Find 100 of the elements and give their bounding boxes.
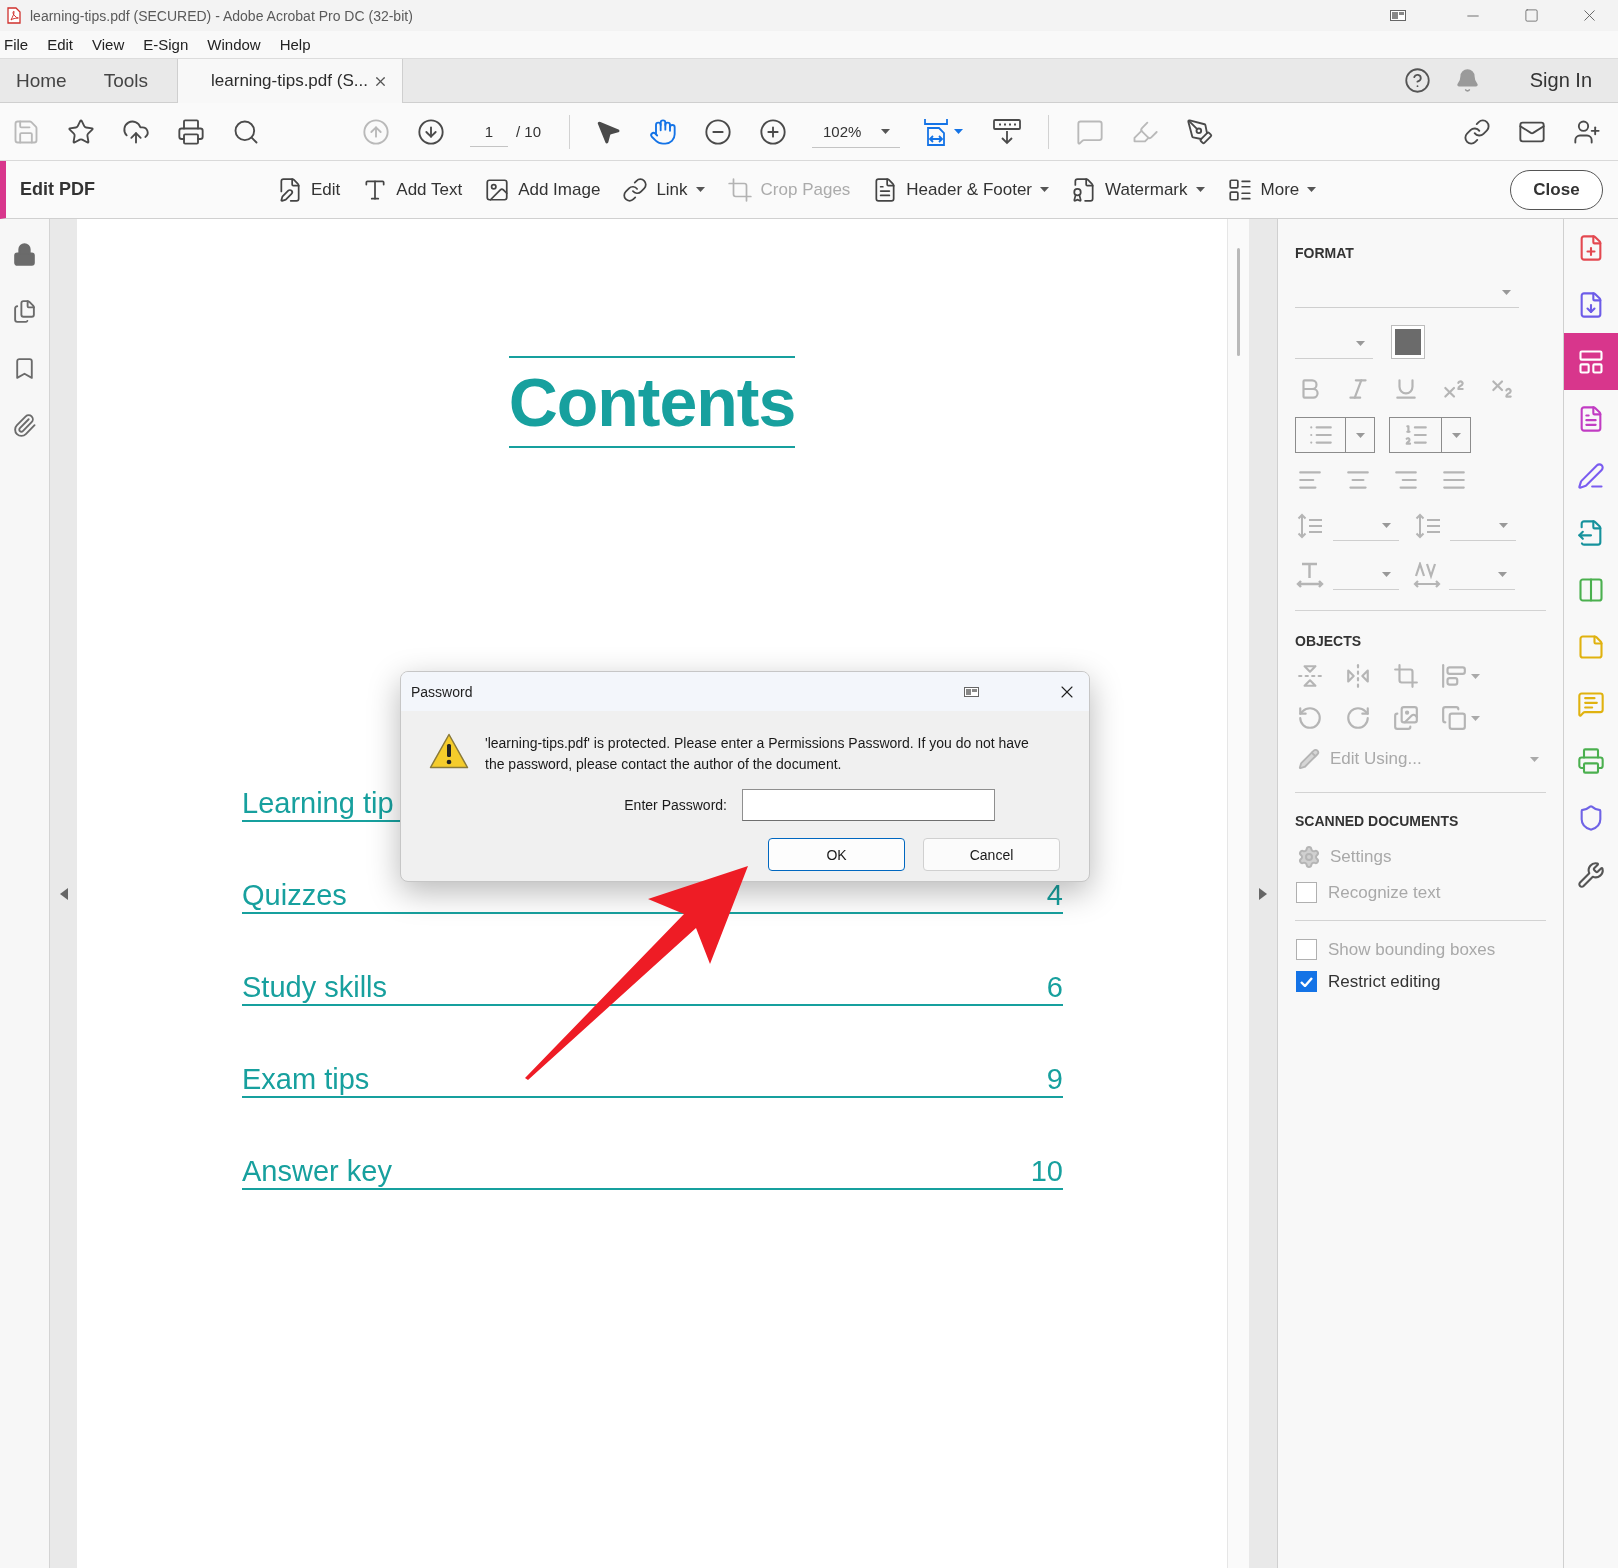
star-icon[interactable] bbox=[67, 117, 95, 146]
paragraph-spacing-icon[interactable] bbox=[1415, 513, 1441, 539]
lock-icon[interactable] bbox=[12, 242, 37, 267]
dialog-button[interactable]: OK bbox=[768, 838, 905, 871]
tab[interactable]: Home bbox=[0, 59, 88, 102]
tool-button[interactable]: More bbox=[1226, 176, 1317, 203]
layout-icon[interactable] bbox=[1577, 347, 1605, 376]
tool-button[interactable]: Add Image bbox=[484, 176, 601, 203]
underline-icon[interactable] bbox=[1393, 376, 1419, 402]
link-icon[interactable] bbox=[1463, 117, 1491, 146]
pen-nib-icon[interactable] bbox=[1186, 117, 1215, 146]
list-icon bbox=[1226, 176, 1253, 203]
kerning-icon[interactable] bbox=[1413, 562, 1441, 588]
checkbox-label[interactable]: Restrict editing bbox=[1328, 971, 1441, 992]
fit-page-icon bbox=[924, 117, 949, 146]
section-heading: SCANNED DOCUMENTS bbox=[1295, 813, 1459, 829]
dialog-title: Password bbox=[411, 683, 473, 700]
caret-icon bbox=[1195, 187, 1205, 192]
toc-entry-title: Answer key bbox=[242, 1157, 392, 1186]
bullet-list-button[interactable] bbox=[1295, 417, 1375, 453]
edit-toolbar-title: Edit PDF bbox=[20, 179, 95, 200]
stacked-squares-icon[interactable] bbox=[1441, 705, 1467, 731]
gear-icon[interactable] bbox=[1297, 845, 1321, 869]
left-triangle-icon[interactable] bbox=[59, 887, 68, 900]
wrench-icon[interactable] bbox=[1577, 860, 1605, 889]
menu-item[interactable]: Window bbox=[207, 36, 261, 53]
zoom-field[interactable]: 102% bbox=[812, 115, 901, 148]
crop-icon[interactable] bbox=[1393, 663, 1419, 689]
scrollbar-thumb[interactable] bbox=[1237, 248, 1240, 356]
printer-icon[interactable] bbox=[177, 117, 205, 146]
page-number-field[interactable]: 1 bbox=[470, 116, 508, 147]
text-color-swatch[interactable] bbox=[1391, 325, 1425, 359]
maximize-icon[interactable] bbox=[1523, 8, 1539, 23]
menu-item[interactable]: Help bbox=[279, 36, 311, 53]
character-scale-icon[interactable] bbox=[1296, 562, 1324, 588]
close-button[interactable]: Close bbox=[1510, 169, 1603, 210]
comment-icon[interactable] bbox=[1577, 689, 1605, 718]
caret-icon bbox=[1502, 290, 1511, 295]
pages-icon[interactable] bbox=[12, 299, 37, 324]
zoom-in-icon[interactable] bbox=[759, 117, 788, 146]
bell-icon[interactable] bbox=[1454, 68, 1480, 93]
toc-page-number: 9 bbox=[1046, 1065, 1063, 1094]
line-spacing-icon[interactable] bbox=[1297, 513, 1323, 539]
snap-layout-icon[interactable] bbox=[1390, 10, 1406, 21]
menu-item[interactable]: File bbox=[4, 36, 29, 53]
caret-icon bbox=[1499, 523, 1508, 528]
menu-item[interactable]: E-Sign bbox=[143, 36, 189, 53]
document-title: Contents bbox=[508, 356, 796, 448]
flip-horizontal-icon[interactable] bbox=[1345, 663, 1371, 689]
menu-item[interactable]: View bbox=[92, 36, 125, 53]
document-pencil-icon bbox=[277, 176, 303, 203]
numbered-list-button[interactable] bbox=[1389, 417, 1471, 453]
link-icon bbox=[622, 176, 649, 203]
tab[interactable]: learning-tips.pdf (S... bbox=[177, 59, 404, 103]
sign-in-button[interactable]: Sign In bbox=[1529, 69, 1592, 92]
tool-button[interactable]: Watermark bbox=[1071, 176, 1205, 203]
section-heading: FORMAT bbox=[1295, 245, 1354, 261]
paperclip-icon[interactable] bbox=[12, 413, 37, 438]
arrow-down-circle-icon[interactable] bbox=[417, 117, 445, 146]
flip-vertical-icon[interactable] bbox=[1297, 663, 1323, 689]
page-count: / 10 bbox=[516, 123, 542, 140]
tab[interactable]: Tools bbox=[87, 59, 170, 102]
caret-icon bbox=[1355, 432, 1365, 438]
align-objects-icon[interactable] bbox=[1441, 663, 1467, 689]
caret-icon bbox=[1451, 432, 1461, 438]
pdf-file-icon bbox=[7, 7, 21, 24]
password-field[interactable] bbox=[742, 789, 995, 821]
columns-icon[interactable] bbox=[1577, 575, 1605, 604]
hand-icon[interactable] bbox=[649, 117, 678, 146]
note-icon[interactable] bbox=[1577, 632, 1605, 661]
pen-line-icon[interactable] bbox=[1577, 461, 1605, 490]
check-icon bbox=[1300, 976, 1313, 987]
snap-layout-icon[interactable] bbox=[964, 686, 979, 697]
caret-icon bbox=[695, 187, 705, 192]
section-heading: OBJECTS bbox=[1295, 633, 1362, 649]
scroll-mode-icon bbox=[993, 118, 1022, 145]
tool-button[interactable]: Add Text bbox=[362, 176, 463, 203]
menu-item[interactable]: Edit bbox=[47, 36, 74, 53]
right-triangle-icon[interactable] bbox=[1259, 887, 1267, 900]
caret-icon bbox=[1356, 341, 1365, 346]
scroll-mode-button[interactable] bbox=[993, 118, 1022, 145]
tool-button[interactable]: Edit bbox=[277, 176, 341, 203]
caret-icon bbox=[1530, 756, 1539, 762]
caret-icon bbox=[1382, 572, 1391, 577]
help-icon[interactable] bbox=[1403, 67, 1431, 94]
tool-button[interactable]: Link bbox=[622, 176, 705, 203]
tool-button[interactable]: Header & Footer bbox=[872, 176, 1050, 203]
checkbox[interactable] bbox=[1296, 971, 1317, 992]
dialog-button[interactable]: Cancel bbox=[923, 838, 1060, 871]
fit-page-button[interactable] bbox=[924, 117, 964, 146]
caret-icon bbox=[1382, 523, 1391, 528]
dialog-message: 'learning-tips.pdf' is protected. Please enter a Permissions Password. If you do not have the password, please contact the author of the document. bbox=[485, 734, 1030, 774]
toc-entry-title: Quizzes bbox=[242, 881, 347, 910]
images-icon[interactable] bbox=[1393, 705, 1419, 731]
toc-entry-title: Learning tip bbox=[242, 789, 394, 818]
rotate-left-icon[interactable] bbox=[1297, 705, 1323, 731]
window-title: learning-tips.pdf (SECURED) - Adobe Acrobat Pro DC (32-bit) bbox=[30, 7, 413, 24]
crop-icon bbox=[726, 176, 753, 203]
rotate-right-icon[interactable] bbox=[1345, 705, 1371, 731]
zoom-out-icon[interactable] bbox=[704, 117, 733, 146]
